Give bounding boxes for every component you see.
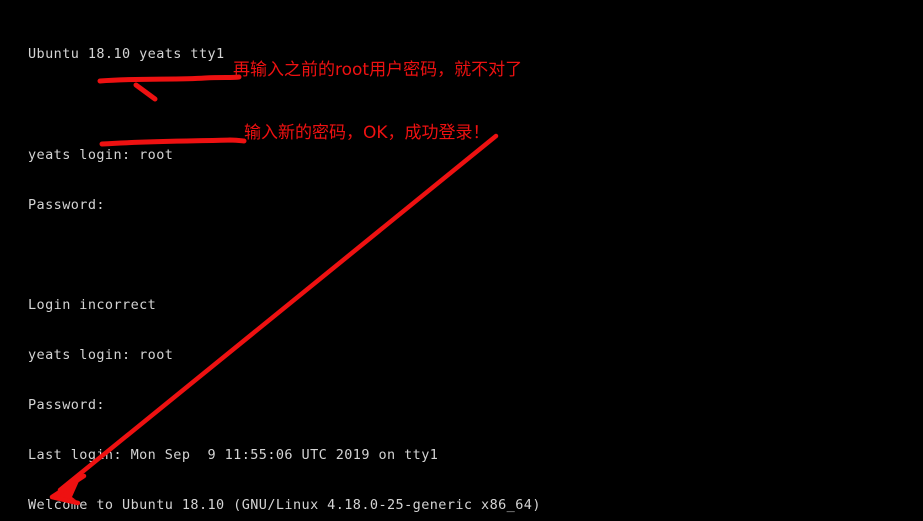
terminal-line: Last login: Mon Sep 9 11:55:06 UTC 2019 … bbox=[28, 447, 439, 464]
terminal-line: Welcome to Ubuntu 18.10 (GNU/Linux 4.18.… bbox=[28, 497, 541, 514]
terminal-line: yeats login: root bbox=[28, 146, 174, 163]
annotation-note-1: 再输入之前的root用户密码，就不对了 bbox=[233, 60, 523, 80]
terminal-line: Password: bbox=[28, 397, 105, 414]
annotation-note-2: 输入新的密码，OK，成功登录！ bbox=[244, 123, 490, 143]
terminal-line: yeats login: root bbox=[28, 346, 174, 363]
terminal-screen: Ubuntu 18.10 yeats tty1 yeats login: roo… bbox=[0, 0, 923, 521]
terminal-line: Login incorrect bbox=[28, 296, 157, 313]
terminal-output: Ubuntu 18.10 yeats tty1 yeats login: roo… bbox=[28, 13, 908, 521]
terminal-line: Password: bbox=[28, 196, 105, 213]
